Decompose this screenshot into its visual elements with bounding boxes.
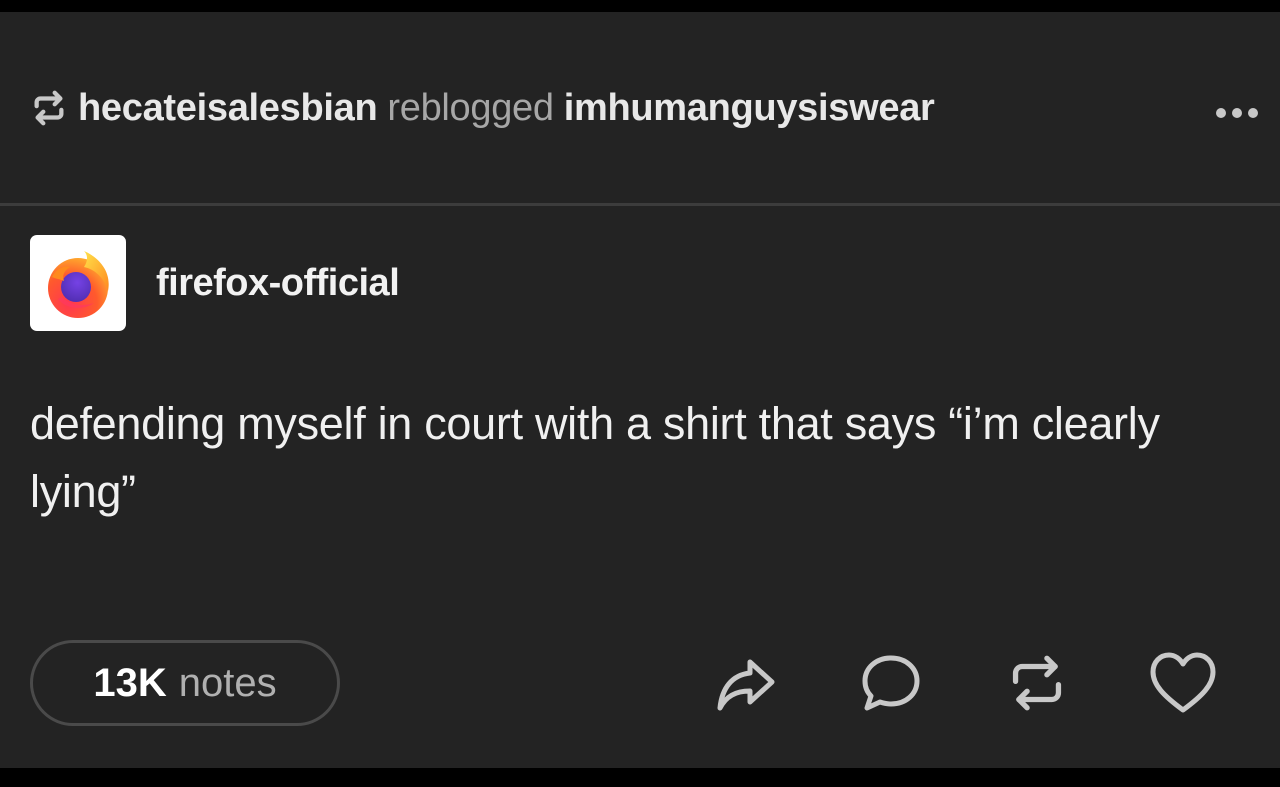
like-button[interactable] bbox=[1148, 648, 1218, 718]
like-icon bbox=[1150, 652, 1216, 713]
reply-button[interactable] bbox=[856, 648, 926, 718]
header-divider bbox=[0, 203, 1280, 206]
reblog-button[interactable] bbox=[1002, 648, 1072, 718]
source-blog-link[interactable]: imhumanguysiswear bbox=[564, 87, 935, 129]
author-name-link[interactable]: firefox-official bbox=[156, 262, 400, 305]
avatar[interactable] bbox=[30, 235, 126, 331]
share-button[interactable] bbox=[710, 648, 780, 718]
post-body-text: defending myself in court with a shirt t… bbox=[30, 398, 1160, 517]
reblog-header: hecateisalesbian reblogged imhumanguysiswe… bbox=[30, 12, 1250, 204]
notes-button[interactable]: 13K notes bbox=[30, 640, 340, 726]
reblog-attribution: hecateisalesbian reblogged imhumanguysiswe… bbox=[78, 89, 935, 127]
reblog-icon bbox=[1012, 655, 1062, 711]
more-options-button[interactable] bbox=[1216, 108, 1258, 118]
more-horizontal-icon bbox=[1216, 108, 1226, 118]
reblogger-link[interactable]: hecateisalesbian bbox=[78, 87, 378, 129]
notes-label: notes bbox=[178, 660, 277, 705]
more-dot bbox=[1232, 108, 1242, 118]
share-icon bbox=[717, 659, 775, 711]
firefox-logo-icon bbox=[48, 251, 109, 318]
reply-icon bbox=[862, 655, 920, 711]
reblog-icon bbox=[30, 89, 68, 127]
post-card: hecateisalesbian reblogged imhumanguysiswe… bbox=[0, 12, 1280, 768]
more-dot bbox=[1248, 108, 1258, 118]
post-actions bbox=[710, 648, 1218, 718]
post-author: firefox-official bbox=[30, 235, 400, 331]
notes-count: 13K bbox=[93, 660, 167, 705]
reblog-verb: reblogged bbox=[387, 87, 554, 129]
